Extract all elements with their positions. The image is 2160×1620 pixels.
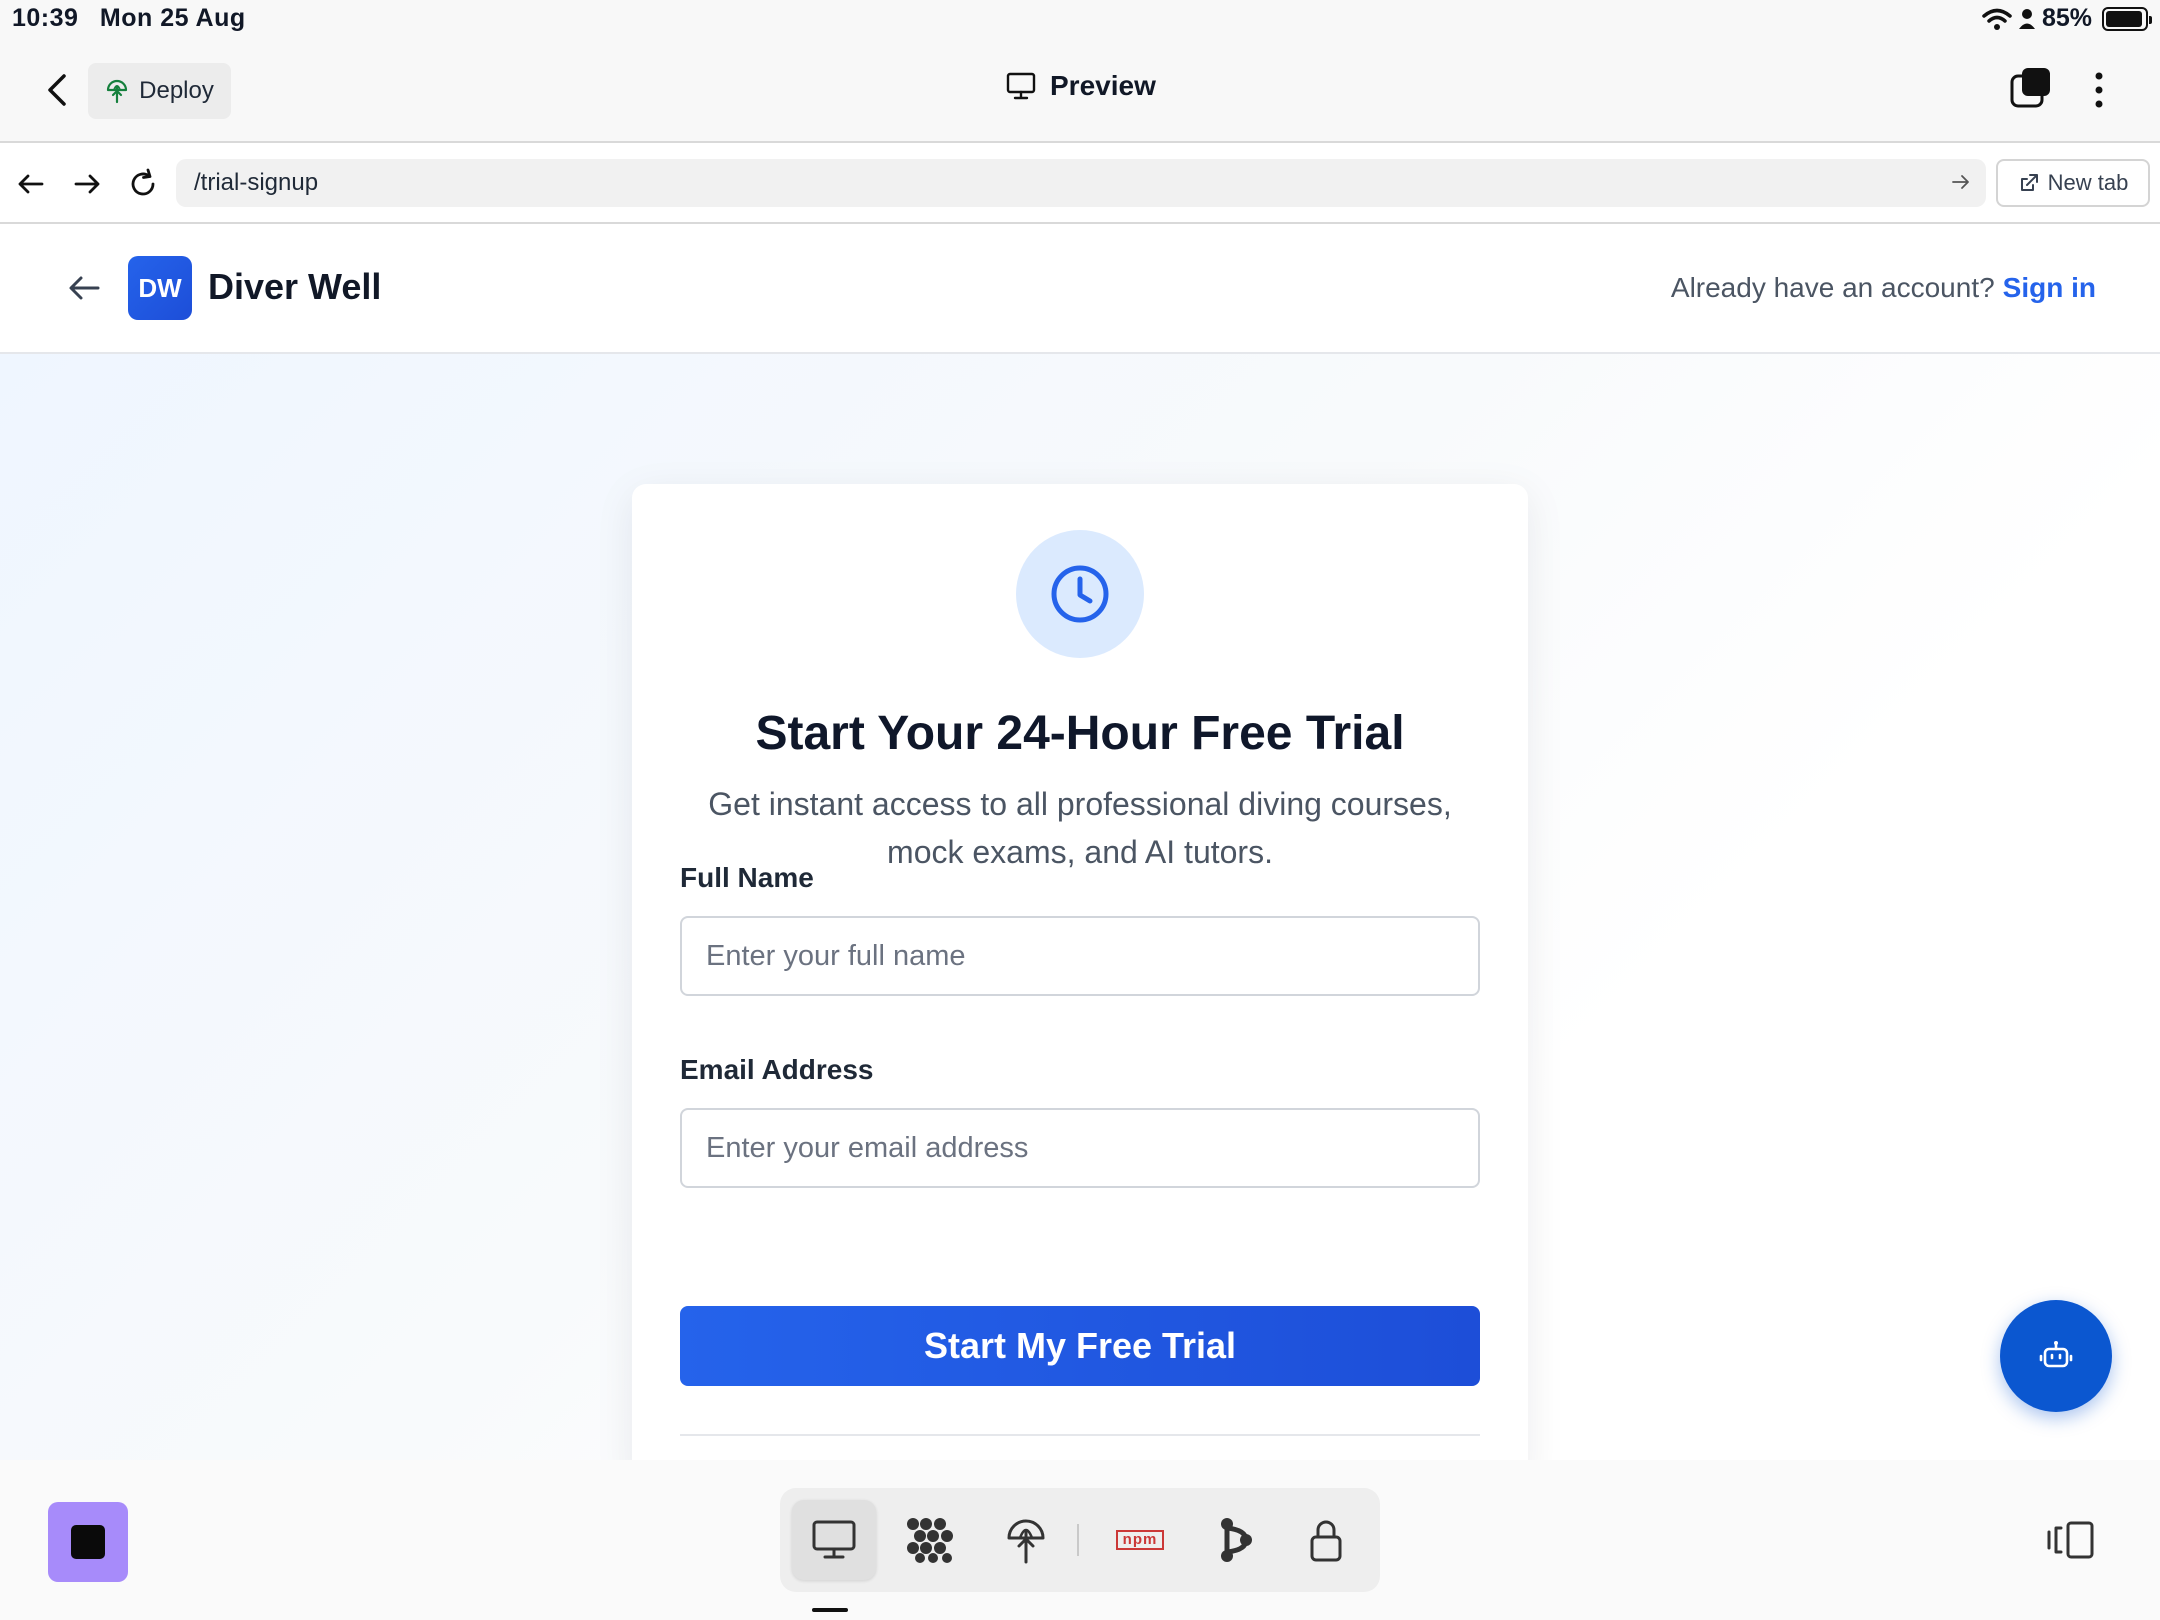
dock-git-button[interactable] <box>1194 1500 1278 1580</box>
site-header: DW Diver Well Already have an account? Si… <box>0 224 2160 354</box>
home-indicator <box>812 1608 848 1612</box>
robot-icon <box>2039 1341 2073 1368</box>
deploy-icon <box>107 79 128 104</box>
tabs-icon[interactable] <box>2008 66 2052 110</box>
site-back-arrow-icon[interactable] <box>66 270 102 306</box>
reload-icon[interactable] <box>124 165 162 203</box>
dock-deploy-button[interactable] <box>984 1500 1068 1580</box>
bottom-toolbar: npm <box>0 1460 2160 1620</box>
brand-logo[interactable]: DW <box>128 256 192 320</box>
clock-icon <box>1051 565 1109 623</box>
signin-link[interactable]: Sign in <box>2003 272 2096 303</box>
url-field[interactable]: /trial-signup <box>176 159 1986 207</box>
stop-icon <box>71 1525 105 1559</box>
clock-time: 10:39 <box>12 4 79 32</box>
deploy-button[interactable]: Deploy <box>88 63 231 119</box>
deploy-icon <box>1007 1519 1045 1564</box>
more-options-icon[interactable] <box>2084 68 2114 112</box>
full-name-label: Full Name <box>680 862 814 893</box>
dock: npm <box>780 1488 1380 1592</box>
back-chevron-icon[interactable] <box>40 68 74 112</box>
panel-layout-icon[interactable] <box>2046 1520 2096 1560</box>
person-icon <box>2018 8 2035 29</box>
packages-icon <box>907 1518 953 1563</box>
logo-initials: DW <box>138 272 182 303</box>
brand-name[interactable]: Diver Well <box>208 266 381 308</box>
url-text: /trial-signup <box>194 169 319 196</box>
preview-icon <box>812 1520 856 1559</box>
signin-prompt-row: Already have an account? Sign in <box>1671 272 2096 304</box>
status-time: 10:39 Mon 25 Aug <box>12 4 246 33</box>
start-trial-button[interactable]: Start My Free Trial <box>680 1306 1480 1386</box>
browser-bar: /trial-signup New tab <box>0 143 2160 224</box>
dock-packages-button[interactable] <box>888 1500 972 1580</box>
stop-button[interactable] <box>48 1502 128 1582</box>
dock-npm-button[interactable]: npm <box>1098 1500 1182 1580</box>
new-tab-label: New tab <box>2047 170 2129 195</box>
browser-forward-icon[interactable] <box>68 165 106 203</box>
deploy-label: Deploy <box>139 77 214 104</box>
email-input[interactable] <box>680 1108 1480 1188</box>
git-icon <box>1221 1518 1252 1562</box>
preview-label: Preview <box>1050 70 1156 101</box>
status-indicators: 85% <box>1982 4 2152 33</box>
app-bar: Deploy Preview <box>0 40 2160 143</box>
clock-badge <box>1016 530 1144 658</box>
main-content: Start Your 24-Hour Free Trial Get instan… <box>0 354 2160 1460</box>
preview-title: Preview <box>1006 70 1156 102</box>
full-name-input[interactable] <box>680 916 1480 996</box>
trial-signup-card: Start Your 24-Hour Free Trial Get instan… <box>632 484 1528 1460</box>
monitor-icon <box>1006 72 1036 100</box>
battery-icon <box>2102 6 2152 31</box>
browser-back-icon[interactable] <box>12 165 50 203</box>
email-label: Email Address <box>680 1054 874 1085</box>
wifi-icon <box>1982 8 2012 30</box>
npm-icon: npm <box>1115 1530 1165 1550</box>
dock-separator <box>1077 1524 1079 1556</box>
status-bar: 10:39 Mon 25 Aug 85% <box>0 0 2160 40</box>
card-divider <box>680 1434 1480 1436</box>
external-link-icon <box>2020 174 2038 191</box>
battery-percent: 85% <box>2041 4 2092 32</box>
lock-icon <box>1310 1520 1342 1562</box>
ai-assistant-button[interactable] <box>2000 1300 2112 1412</box>
go-arrow-icon[interactable] <box>1950 171 1972 193</box>
dock-preview-button[interactable] <box>792 1500 876 1580</box>
status-date: Mon 25 Aug <box>99 4 246 32</box>
dock-secrets-button[interactable] <box>1284 1500 1368 1580</box>
signin-prompt: Already have an account? <box>1670 272 1995 303</box>
signup-title: Start Your 24-Hour Free Trial <box>755 707 1405 760</box>
new-tab-button[interactable]: New tab <box>1996 159 2150 207</box>
